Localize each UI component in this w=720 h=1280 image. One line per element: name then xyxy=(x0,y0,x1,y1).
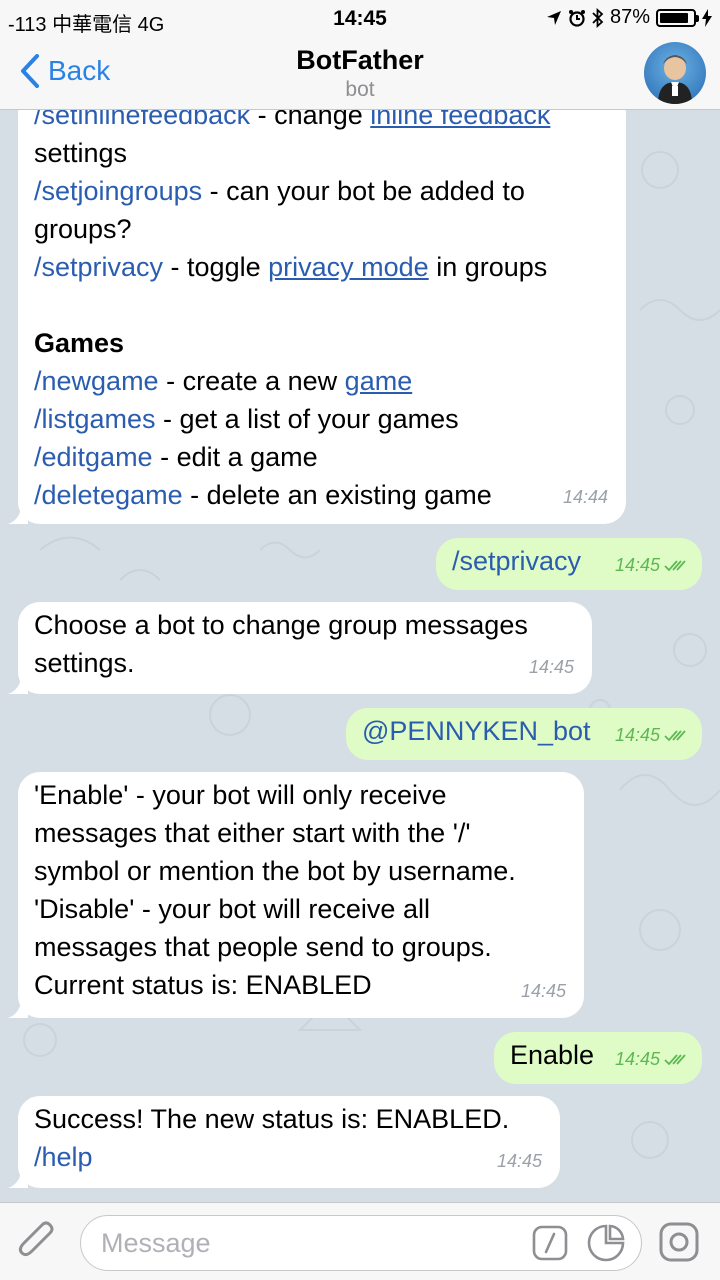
chat-title[interactable]: BotFather xyxy=(0,45,720,76)
help-text: - delete an existing game xyxy=(182,480,492,510)
help-line-settings: settings xyxy=(34,138,128,168)
message-list[interactable]: /setinlinefeedback - change inline feedb… xyxy=(0,110,720,1202)
chat-header: Back BotFather bot xyxy=(0,36,720,110)
help-line-setinlinefeedback: /setinlinefeedback - change inline feedb… xyxy=(34,110,610,134)
message-outgoing-setprivacy[interactable]: /setprivacy 14:45 xyxy=(436,538,702,590)
message-time-status: 14:45 xyxy=(615,546,690,584)
help-line-deletegame: /deletegame - delete an existing game xyxy=(34,476,610,514)
double-check-icon xyxy=(664,730,686,742)
bubble-tail xyxy=(8,1168,28,1188)
message-time: 14:45 xyxy=(528,657,574,677)
status-bar: -113 中華電信 4G 14:45 87% xyxy=(0,0,720,36)
privacy-mode-link[interactable]: privacy mode xyxy=(268,252,429,282)
composer-bar xyxy=(0,1202,720,1280)
command-link[interactable]: /deletegame xyxy=(34,480,183,510)
help-text: - create a new xyxy=(158,366,345,396)
message-line: 'Enable' - your bot will only receive xyxy=(34,780,447,810)
message-line: 'Disable' - your bot will receive all xyxy=(34,894,430,924)
message-line: Current status is: ENABLED xyxy=(34,970,372,1000)
help-text: - can your bot be added to xyxy=(202,176,525,206)
message-line: Success! The new status is: ENABLED. xyxy=(34,1104,510,1134)
help-line-setjoingroups: /setjoingroups - can your bot be added t… xyxy=(34,172,610,210)
message-line: Choose a bot to change group messages xyxy=(34,610,528,640)
message-success[interactable]: Success! The new status is: ENABLED. /he… xyxy=(18,1096,560,1188)
alarm-icon xyxy=(568,9,585,27)
command-link[interactable]: /newgame xyxy=(34,366,159,396)
inline-feedback-link[interactable]: inline feedback xyxy=(370,110,550,130)
help-line-newgame: /newgame - create a new game xyxy=(34,362,610,400)
command-link[interactable]: /listgames xyxy=(34,404,156,434)
help-line-setprivacy: /setprivacy - toggle privacy mode in gro… xyxy=(34,248,610,286)
command-link[interactable]: /setjoingroups xyxy=(34,176,202,206)
message-outgoing-botname[interactable]: @PENNYKEN_bot 14:45 xyxy=(346,708,702,760)
command-link[interactable]: /setinlinefeedback xyxy=(34,110,250,130)
message-line: settings. xyxy=(34,648,135,678)
bubble-tail xyxy=(8,674,28,694)
message-time: 14:45 xyxy=(496,1151,542,1171)
message-time: 14:45 xyxy=(520,981,566,1001)
battery-percent: 87% xyxy=(609,6,650,28)
battery-icon xyxy=(656,8,699,27)
help-command-link[interactable]: /help xyxy=(34,1138,544,1176)
double-check-icon xyxy=(664,560,686,572)
bot-avatar[interactable] xyxy=(644,42,706,104)
bluetooth-icon xyxy=(592,7,604,28)
message-time: 14:45 xyxy=(614,555,660,575)
camera-icon xyxy=(659,1222,699,1262)
charging-icon xyxy=(702,8,712,27)
help-text: - change xyxy=(250,110,371,130)
attach-button[interactable] xyxy=(18,1221,58,1270)
message-outgoing-enable[interactable]: Enable 14:45 xyxy=(494,1032,702,1084)
help-line-listgames: /listgames - get a list of your games xyxy=(34,400,610,438)
command-link[interactable]: /setprivacy xyxy=(452,546,581,576)
help-text: - get a list of your games xyxy=(155,404,459,434)
help-line-groups: groups? xyxy=(34,214,132,244)
message-text: Enable xyxy=(510,1040,595,1070)
help-text: - toggle xyxy=(163,252,269,282)
bot-commands-button[interactable] xyxy=(532,1225,568,1266)
sticker-icon xyxy=(587,1224,625,1262)
message-time: 14:45 xyxy=(614,1049,660,1069)
location-icon xyxy=(546,10,561,25)
camera-button[interactable] xyxy=(658,1221,700,1268)
help-line-editgame: /editgame - edit a game xyxy=(34,438,610,476)
botfather-avatar-image xyxy=(658,55,692,104)
chat-subtitle: bot xyxy=(345,78,375,101)
message-line: messages that either start with the '/' xyxy=(34,818,471,848)
command-link[interactable]: /editgame xyxy=(34,442,153,472)
bubble-tail xyxy=(8,998,28,1018)
double-check-icon xyxy=(664,1054,686,1066)
help-text: - edit a game xyxy=(152,442,318,472)
paperclip-icon xyxy=(18,1221,54,1257)
bubble-tail xyxy=(8,504,28,524)
message-time: 14:45 xyxy=(614,725,660,745)
message-time: 14:44 xyxy=(562,487,608,507)
message-line: symbol or mention the bot by username. xyxy=(34,856,516,886)
game-link[interactable]: game xyxy=(345,366,413,396)
message-time-status: 14:45 xyxy=(615,716,690,754)
sticker-button[interactable] xyxy=(586,1223,626,1268)
slash-command-icon xyxy=(532,1225,568,1261)
message-help-list[interactable]: /setinlinefeedback - change inline feedb… xyxy=(18,110,626,524)
message-time-status: 14:45 xyxy=(615,1040,690,1078)
message-line: messages that people send to groups. xyxy=(34,932,492,962)
section-heading-games: Games xyxy=(34,328,125,358)
help-text: in groups xyxy=(428,252,548,282)
status-indicators: 87% xyxy=(546,6,712,29)
bot-mention-link[interactable]: @PENNYKEN_bot xyxy=(362,716,591,746)
message-privacy-explanation[interactable]: 'Enable' - your bot will only receive me… xyxy=(18,772,584,1018)
command-link[interactable]: /setprivacy xyxy=(34,252,163,282)
message-choose-bot[interactable]: Choose a bot to change group messages se… xyxy=(18,602,592,694)
